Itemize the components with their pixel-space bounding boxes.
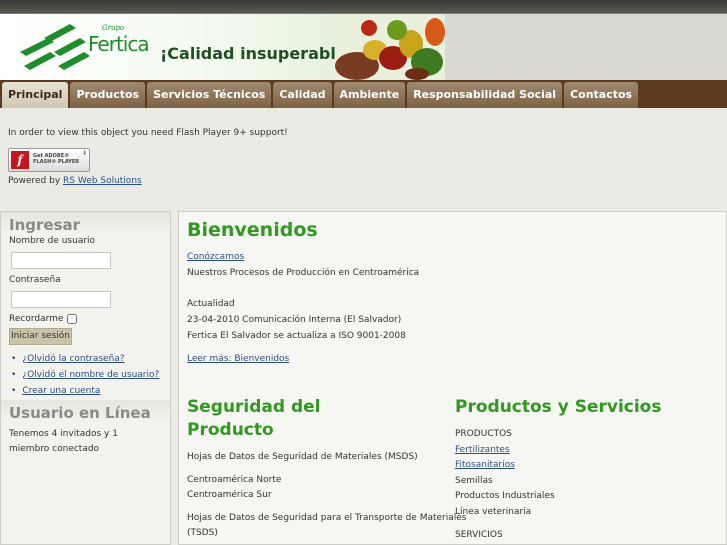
conozcamos-text: Nuestros Procesos de Producción en Centr… xyxy=(187,268,420,278)
download-arrow-icon: ⬇ xyxy=(81,150,87,157)
powered-by: Powered by RS Web Solutions xyxy=(8,176,142,186)
region-norte: Centroamérica Norte xyxy=(187,475,282,485)
main-nav-bar: Principal Productos Servicios Técnicos C… xyxy=(0,80,727,108)
nav-tab-productos[interactable]: Productos xyxy=(70,82,146,108)
adobe-flash-icon: f xyxy=(11,151,29,169)
remember-me-row: Recordarme xyxy=(1,312,170,326)
flash-button-line2: FLASH® PLAYER xyxy=(33,159,80,165)
brand-name: Fertica xyxy=(88,32,150,56)
top-bar xyxy=(0,0,727,14)
seguridad-title-line2: Producto xyxy=(187,420,274,440)
get-flash-player-button[interactable]: f Get ADOBE® FLASH® PLAYER ⬇ xyxy=(8,148,90,172)
tsds-text-line2: (TSDS) xyxy=(187,528,218,538)
username-input[interactable] xyxy=(11,252,111,269)
conozcamos-link[interactable]: Conózcamos xyxy=(187,252,244,262)
banner-tagline: ¡Calidad insuperable! xyxy=(160,44,354,63)
remember-me-label: Recordarme xyxy=(9,314,64,324)
flash-required-message: In order to view this object you need Fl… xyxy=(8,128,288,138)
create-account-link[interactable]: • Crear una cuenta xyxy=(11,383,170,399)
login-button[interactable]: Iniciar sesión xyxy=(9,328,72,345)
online-users-title: Usuario en Línea xyxy=(1,400,170,422)
flash-button-text: Get ADOBE® FLASH® PLAYER xyxy=(33,153,79,165)
seguridad-title-line1: Seguridad del xyxy=(187,397,321,417)
msds-text: Hojas de Datos de Seguridad de Materiale… xyxy=(187,452,418,462)
login-sidebar: Ingresar Nombre de usuario Contraseña Re… xyxy=(0,211,171,545)
site-banner[interactable]: Grupo Fertica ¡Calidad insuperable! xyxy=(0,14,445,80)
forgot-username-text: ¿Olvidó el nombre de usuario? xyxy=(22,370,160,380)
news-text: Fertica El Salvador se actualiza a ISO 9… xyxy=(187,331,406,341)
create-account-text: Crear una cuenta xyxy=(22,386,101,396)
read-more-link[interactable]: Leer más: Bienvenidos xyxy=(187,354,289,364)
fertica-logo-icon xyxy=(20,24,90,70)
region-sur: Centroamérica Sur xyxy=(187,490,272,500)
fruits-vegetables-image xyxy=(335,14,445,80)
nav-tab-contactos[interactable]: Contactos xyxy=(564,82,639,108)
tsds-text-line1: Hojas de Datos de Seguridad para el Tran… xyxy=(187,513,467,523)
forgot-username-link[interactable]: • ¿Olvidó el nombre de usuario? xyxy=(11,367,170,383)
brand-small-text: Grupo xyxy=(102,24,125,32)
online-users-text: Tenemos 4 invitados y 1 miembro conectad… xyxy=(9,429,118,454)
productos-heading: PRODUCTOS xyxy=(455,429,512,439)
forgot-password-text: ¿Olvidó la contraseña? xyxy=(22,354,125,364)
semillas-item: Semillas xyxy=(455,476,493,486)
news-date: 23-04-2010 Comunicación Interna (El Salv… xyxy=(187,315,402,325)
password-label: Contraseña xyxy=(9,275,61,285)
fitosanitarios-link[interactable]: Fitosanitarios xyxy=(455,460,515,470)
main-nav: Principal Productos Servicios Técnicos C… xyxy=(0,82,639,108)
password-input[interactable] xyxy=(11,291,111,308)
linea-veterinaria-item: Línea veterinaria xyxy=(455,507,532,517)
powered-by-prefix: Powered by xyxy=(8,176,61,186)
productos-industriales-item: Productos Industriales xyxy=(455,491,555,501)
actualidad-label: Actualidad xyxy=(187,299,235,309)
rs-web-solutions-link[interactable]: RS Web Solutions xyxy=(63,176,142,186)
seguridad-title: Seguridad del Producto xyxy=(187,396,321,442)
login-title: Ingresar xyxy=(1,212,170,234)
servicios-heading: SERVICIOS xyxy=(455,530,503,540)
nav-tab-servicios-tecnicos[interactable]: Servicios Técnicos xyxy=(147,82,272,108)
remember-me-checkbox[interactable] xyxy=(67,314,78,324)
fertilizantes-link[interactable]: Fertilizantes xyxy=(455,445,510,455)
nav-tab-responsabilidad-social[interactable]: Responsabilidad Social xyxy=(407,82,563,108)
login-links: • ¿Olvidó la contraseña? • ¿Olvidó el nomb… xyxy=(11,351,170,399)
main-content: Bienvenidos Conózcamos Nuestros Procesos… xyxy=(178,211,727,545)
page-title: Bienvenidos xyxy=(187,219,318,241)
nav-tab-ambiente[interactable]: Ambiente xyxy=(333,82,406,108)
productos-servicios-title: Productos y Servicios xyxy=(455,397,662,417)
username-label: Nombre de usuario xyxy=(9,236,96,246)
forgot-password-link[interactable]: • ¿Olvidó la contraseña? xyxy=(11,351,170,367)
nav-tab-calidad[interactable]: Calidad xyxy=(273,82,332,108)
nav-tab-principal[interactable]: Principal xyxy=(2,82,69,108)
